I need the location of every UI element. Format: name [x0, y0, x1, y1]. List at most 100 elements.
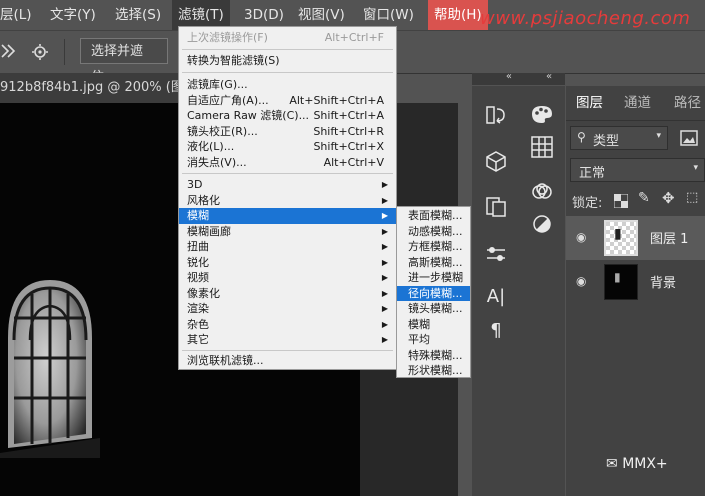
lock-position-move-icon[interactable]: ✥	[662, 189, 675, 207]
submenu-arrow-icon: ▶	[381, 273, 388, 282]
visibility-eye-icon[interactable]: ◉	[576, 230, 586, 244]
submenu-item-blur[interactable]: 模糊	[397, 317, 470, 333]
submenu-arrow-icon: ▶	[381, 180, 388, 189]
submenu-arrow-icon: ▶	[381, 211, 388, 220]
submenu-item-box-blur[interactable]: 方框模糊...	[397, 239, 470, 255]
divider	[566, 120, 705, 121]
character-panel-icon[interactable]: A|	[472, 286, 520, 307]
filter-menu: 上次滤镜操作(F) Alt+Ctrl+F 转换为智能滤镜(S) 滤镜库(G)..…	[178, 26, 397, 370]
menu-item-noise[interactable]: 杂色 ▶	[179, 317, 396, 333]
panel-collapse-bar[interactable]: «	[520, 71, 565, 85]
submenu-arrow-icon: ▶	[381, 257, 388, 267]
submenu-arrow-icon: ▶	[381, 304, 388, 313]
menu-item-convert-smart-filter[interactable]: 转换为智能滤镜(S)	[179, 53, 396, 69]
collapse-arrows-icon[interactable]: «	[546, 71, 552, 82]
layer-mini-icon: ▮	[614, 270, 621, 284]
watermark-text: www.psjiaocheng.com	[480, 8, 691, 29]
submenu-item-blur-more[interactable]: 进一步模糊	[397, 270, 470, 286]
menu-item-label: 风格化	[187, 193, 220, 207]
panel-icons-column: A| ¶	[472, 86, 520, 496]
submenu-item-shape-blur[interactable]: 形状模糊...	[397, 363, 470, 379]
menu-help[interactable]: 帮助(H)	[428, 0, 488, 30]
shortcut-text: Alt+Ctrl+V	[323, 155, 384, 169]
menu-item-sharpen[interactable]: 锐化 ▶	[179, 255, 396, 271]
menu-item-blur[interactable]: 模糊 ▶	[179, 208, 396, 224]
menu-item-label: 其它	[187, 333, 209, 346]
menu-item-pixelate[interactable]: 像素化 ▶	[179, 286, 396, 302]
menu-item-vanishing-point[interactable]: 消失点(V)... Alt+Ctrl+V	[179, 155, 396, 171]
3d-cube-icon[interactable]	[485, 150, 507, 172]
tab-layers[interactable]: 图层	[576, 86, 603, 120]
menu-item-label: 镜头校正(R)...	[187, 124, 258, 138]
submenu-item-gaussian-blur[interactable]: 高斯模糊...	[397, 255, 470, 271]
panel-icons-column	[520, 86, 565, 496]
menu-item-camera-raw[interactable]: Camera Raw 滤镜(C)... Shift+Ctrl+A	[179, 108, 396, 124]
divider	[64, 39, 65, 65]
submenu-arrow-icon: ▶	[381, 195, 388, 205]
lock-artboard-icon[interactable]: ⬚	[686, 190, 698, 205]
menu-item-stylize[interactable]: 风格化 ▶	[179, 193, 396, 209]
menu-item-adaptive-wide-angle[interactable]: 自适应广角(A)... Alt+Shift+Ctrl+A	[179, 93, 396, 109]
menu-separator	[182, 350, 393, 351]
color-palette-icon[interactable]	[531, 104, 553, 124]
panel-collapse-bar[interactable]: «	[472, 71, 520, 85]
menu-layer[interactable]: 层(L)	[0, 0, 32, 30]
menu-item-label: 扭曲	[187, 240, 209, 253]
collapse-arrows-icon[interactable]: «	[506, 71, 512, 82]
wechat-watermark: ✉ MMX+	[606, 456, 668, 472]
select-and-mask-button[interactable]: 选择并遮住...	[80, 38, 168, 85]
submenu-item-average[interactable]: 平均	[397, 332, 470, 348]
menu-item-label: 平均	[408, 333, 430, 346]
menu-item-liquify[interactable]: 液化(L)... Shift+Ctrl+X	[179, 139, 396, 155]
submenu-item-radial-blur[interactable]: 径向模糊...	[397, 285, 470, 301]
blend-mode-select[interactable]: 正常 ▾	[570, 158, 705, 182]
menu-item-label: 形状模糊...	[408, 364, 463, 377]
menu-select[interactable]: 选择(S)	[115, 0, 161, 30]
image-filter-icon[interactable]	[680, 130, 698, 146]
submenu-item-lens-blur[interactable]: 镜头模糊...	[397, 301, 470, 317]
brush-settings-panel-icon[interactable]	[485, 244, 507, 264]
layer-kind-filter-select[interactable]: ⚲ 类型 ▾	[570, 126, 668, 150]
menu-item-label: 杂色	[187, 317, 209, 331]
tab-channels[interactable]: 通道	[624, 86, 651, 120]
visibility-eye-icon[interactable]: ◉	[576, 274, 586, 288]
menu-item-label: 镜头模糊...	[408, 302, 463, 315]
menu-item-video[interactable]: 视频 ▶	[179, 270, 396, 286]
menu-item-label: Camera Raw 滤镜(C)...	[187, 109, 310, 122]
layer-row[interactable]: ◉ ▮ 背景	[566, 260, 705, 304]
history-icon[interactable]	[486, 104, 506, 126]
menu-item-label: 浏览联机滤镜...	[187, 354, 264, 367]
submenu-arrow-icon: ▶	[381, 319, 388, 329]
menu-item-label: 3D	[187, 178, 203, 191]
menu-item-blur-gallery[interactable]: 模糊画廊 ▶	[179, 224, 396, 240]
submenu-item-surface-blur[interactable]: 表面模糊...	[397, 208, 470, 224]
menu-item-3d[interactable]: 3D ▶	[179, 177, 396, 193]
shortcut-text: Shift+Ctrl+X	[313, 140, 384, 153]
menu-item-other[interactable]: 其它 ▶	[179, 332, 396, 348]
menu-item-browse-online[interactable]: 浏览联机滤镜...	[179, 353, 396, 369]
paragraph-panel-icon[interactable]: ¶	[472, 320, 520, 341]
menu-item-label: 上次滤镜操作(F)	[187, 31, 268, 44]
menu-separator	[182, 72, 393, 73]
submenu-arrow-icon: ▶	[381, 335, 388, 344]
menu-item-filter-gallery[interactable]: 滤镜库(G)...	[179, 77, 396, 93]
tab-paths[interactable]: 路径	[674, 86, 701, 120]
adjustments-icon[interactable]	[532, 214, 552, 234]
lock-pixels-brush-icon[interactable]: ✎	[638, 190, 650, 206]
tool-preset-icon[interactable]	[0, 41, 20, 63]
brush-settings-icon[interactable]	[30, 42, 52, 62]
menu-item-distort[interactable]: 扭曲 ▶	[179, 239, 396, 255]
menu-type[interactable]: 文字(Y)	[50, 0, 96, 30]
lock-transparent-icon[interactable]	[614, 194, 628, 208]
menu-item-lens-correction[interactable]: 镜头校正(R)... Shift+Ctrl+R	[179, 124, 396, 140]
submenu-item-motion-blur[interactable]: 动感模糊...	[397, 224, 470, 240]
layer-row[interactable]: ◉ ▮ 图层 1	[566, 216, 705, 260]
clone-source-icon[interactable]	[485, 196, 507, 218]
menu-item-label: 渲染	[187, 302, 209, 315]
document-tab[interactable]: 912b8f84b1.jpg @ 200% (图	[0, 73, 178, 103]
libraries-icon[interactable]	[530, 182, 554, 202]
submenu-item-smart-blur[interactable]: 特殊模糊...	[397, 348, 470, 364]
swatches-grid-icon[interactable]	[531, 136, 553, 158]
menu-item-render[interactable]: 渲染 ▶	[179, 301, 396, 317]
layer-name: 背景	[650, 276, 677, 291]
